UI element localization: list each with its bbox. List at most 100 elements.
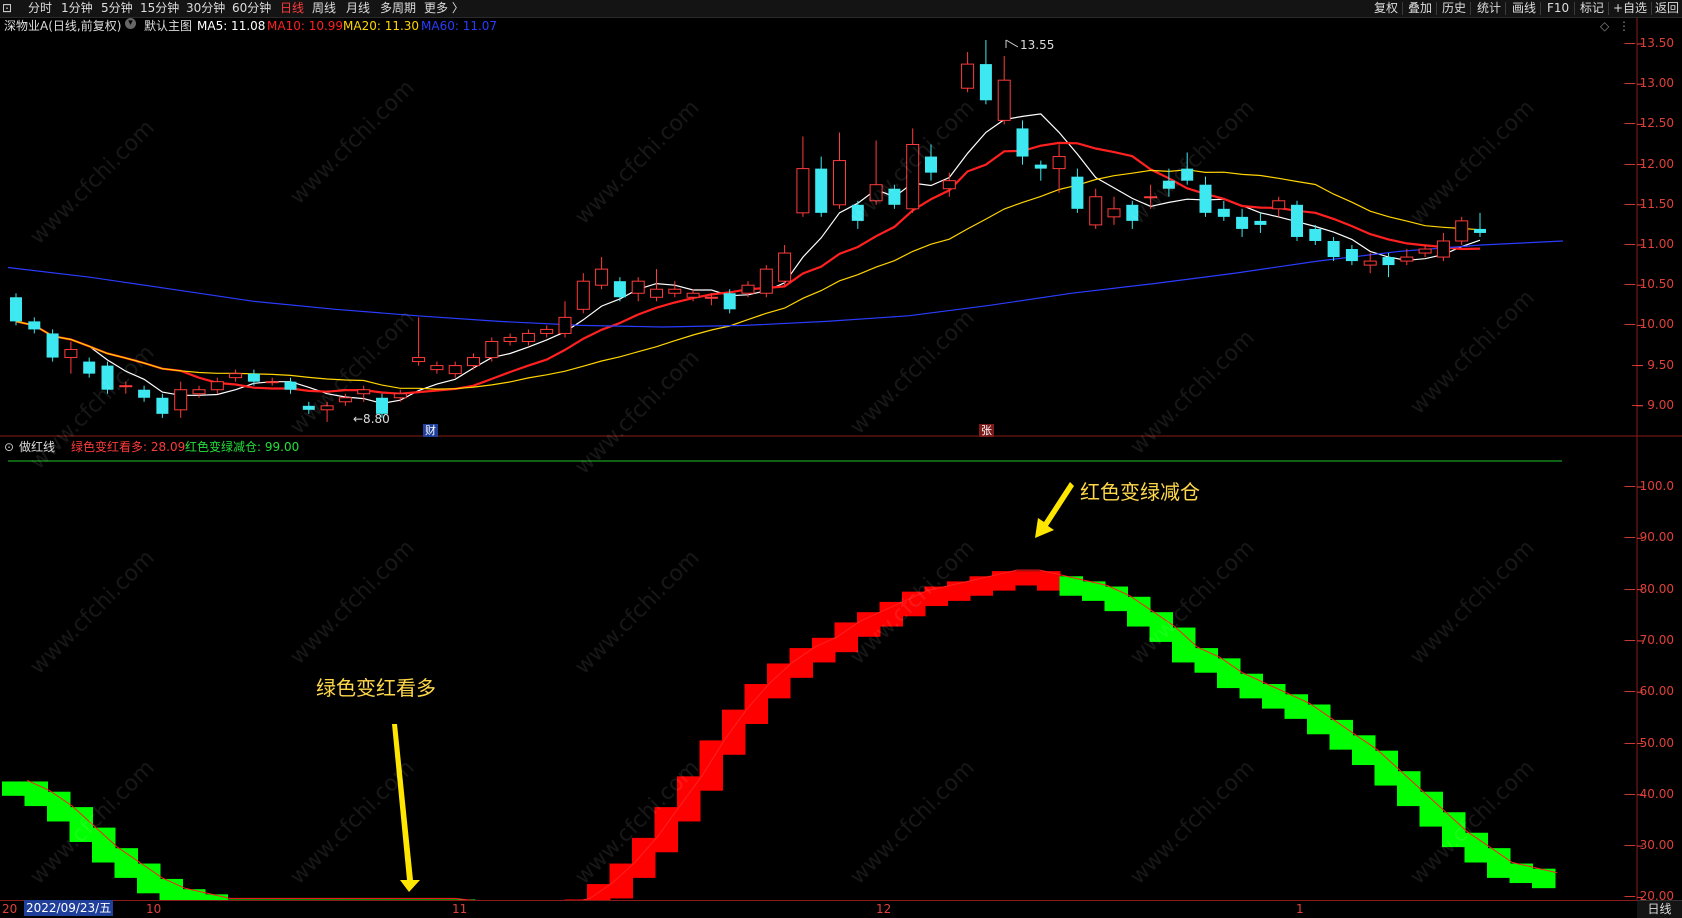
indicator-tick-label: — 50.00 — [1623, 735, 1674, 750]
candle-body-up — [1418, 248, 1432, 254]
indicator-tick-label: — 80.00 — [1623, 581, 1674, 596]
bear-band-segment — [1262, 683, 1286, 709]
price-tick-label: — 11.00 — [1623, 237, 1674, 251]
bull-band-segment — [767, 663, 791, 699]
candle-body-up — [1272, 200, 1286, 210]
bull-band-segment — [969, 576, 993, 596]
candle-body-up — [704, 296, 718, 299]
indicator-tick-label: — 70.00 — [1623, 632, 1674, 647]
candle-body-up — [119, 385, 133, 388]
buy-arrow-icon — [392, 724, 420, 892]
candle-body-down — [888, 188, 901, 205]
bear-band-segment — [1239, 673, 1263, 699]
indicator-tick-label: — 40.00 — [1623, 786, 1674, 801]
price-tick-label: — 12.50 — [1623, 116, 1674, 131]
bull-band-segment — [744, 683, 768, 725]
bear-band-segment — [1172, 627, 1196, 663]
price-tick-label: — 10.00 — [1623, 317, 1674, 332]
candle-body-up — [448, 365, 462, 375]
candle-body-up — [759, 268, 773, 294]
candle-body-up — [1436, 240, 1450, 258]
low-price-label: ←8.80 — [353, 412, 390, 426]
ma20-value: MA20: 11.30 — [343, 19, 420, 33]
bear-band-segment — [1127, 596, 1151, 627]
ma5-line — [15, 113, 1481, 405]
ma60-value: MA60: 11.07 — [421, 19, 498, 33]
candle-body-up — [778, 252, 792, 282]
bear-band-segment — [137, 863, 161, 894]
bear-band-segment — [2, 781, 26, 796]
bear-band-segment — [1329, 719, 1353, 750]
candle-body-down — [613, 281, 626, 298]
candle-body-down — [851, 204, 864, 221]
price-tick-label: — 12.00 — [1623, 156, 1674, 171]
candle-body-down — [1199, 184, 1212, 213]
buy-signal-annotation: 绿色变红看多 — [316, 676, 436, 700]
bull-band-segment — [879, 601, 903, 627]
candle-body-down — [10, 297, 22, 322]
indicator-value-2: 红色变绿减仓: 99.00 — [185, 440, 300, 454]
indicator-tick-label: — 60.00 — [1623, 684, 1674, 699]
candle-body-up — [997, 79, 1011, 121]
candle-body-up — [1363, 260, 1377, 266]
bull-band-segment — [857, 612, 881, 637]
candle-body-up — [521, 332, 535, 342]
candle-body-up — [961, 63, 975, 89]
bear-band-segment — [114, 848, 138, 878]
candle-body-up — [631, 280, 645, 294]
diamond-icon[interactable]: ◇ — [1600, 18, 1609, 35]
candle-body-up — [942, 180, 956, 190]
candle-body-down — [723, 293, 736, 310]
dropdown-icon[interactable]: ▾ — [125, 18, 136, 29]
candle-body-up — [1052, 156, 1066, 170]
sell-arrow-icon — [1035, 482, 1074, 538]
indicator-signal-line — [27, 569, 1558, 905]
bear-band-segment — [1419, 791, 1443, 827]
bull-band-segment — [834, 622, 858, 653]
candle-body-up — [833, 160, 846, 206]
candle-body-up — [412, 357, 426, 363]
price-tick-label: — 13.00 — [1623, 76, 1674, 91]
high-price-label: 13.55 — [1020, 38, 1055, 52]
bull-band-segment — [992, 571, 1016, 591]
candle-body-down — [28, 321, 41, 330]
candle-body-down — [1474, 228, 1486, 233]
candle-body-up — [1107, 208, 1121, 218]
candle-body-up — [174, 389, 188, 411]
month-label-10: 10 — [146, 902, 162, 916]
chart-template[interactable]: 默认主图 — [144, 18, 192, 35]
candle-body-down — [1034, 164, 1047, 169]
bear-band-segment — [1217, 658, 1241, 689]
year-prefix: 20 — [2, 902, 18, 916]
bear-band-segment — [92, 827, 116, 863]
rise-marker[interactable]: 张 — [979, 424, 994, 437]
bear-band-segment — [1352, 735, 1376, 766]
stock-name[interactable]: 深物业A(日线,前复权) — [4, 18, 121, 35]
ma10-line — [15, 141, 1481, 395]
candle-body-up — [503, 336, 517, 342]
candle-body-up — [1400, 256, 1414, 262]
finance-marker[interactable]: 财 — [423, 424, 438, 437]
candle-body-up — [540, 328, 554, 334]
candle-body-up — [595, 268, 609, 286]
candle-body-down — [101, 365, 114, 390]
indicator-dropdown-icon[interactable]: ⊙ — [4, 439, 14, 456]
candle-body-up — [192, 389, 206, 395]
candle-body-down — [1345, 249, 1358, 262]
month-label-1: 1 — [1296, 902, 1304, 916]
ma10-value: MA10: 10.99 — [267, 19, 344, 33]
chart-canvas[interactable] — [0, 0, 1682, 917]
candle-body-up — [320, 405, 334, 411]
price-tick-label: — 10.50 — [1623, 277, 1674, 292]
candle-body-down — [815, 168, 828, 213]
candle-body-up — [338, 397, 352, 403]
price-tick-label: — 9.00 — [1631, 397, 1674, 412]
candle-body-up — [668, 288, 682, 294]
candle-body-up — [393, 393, 407, 399]
candle-body-down — [1291, 204, 1303, 237]
price-tick-label: — 13.50 — [1623, 36, 1674, 50]
period-indicator[interactable]: 日线 — [1637, 900, 1682, 918]
indicator-name[interactable]: 做红线 — [19, 439, 55, 456]
more-icon[interactable]: ⋮ — [1618, 18, 1630, 35]
time-axis: 20 10 11 12 1 — [0, 900, 1637, 918]
